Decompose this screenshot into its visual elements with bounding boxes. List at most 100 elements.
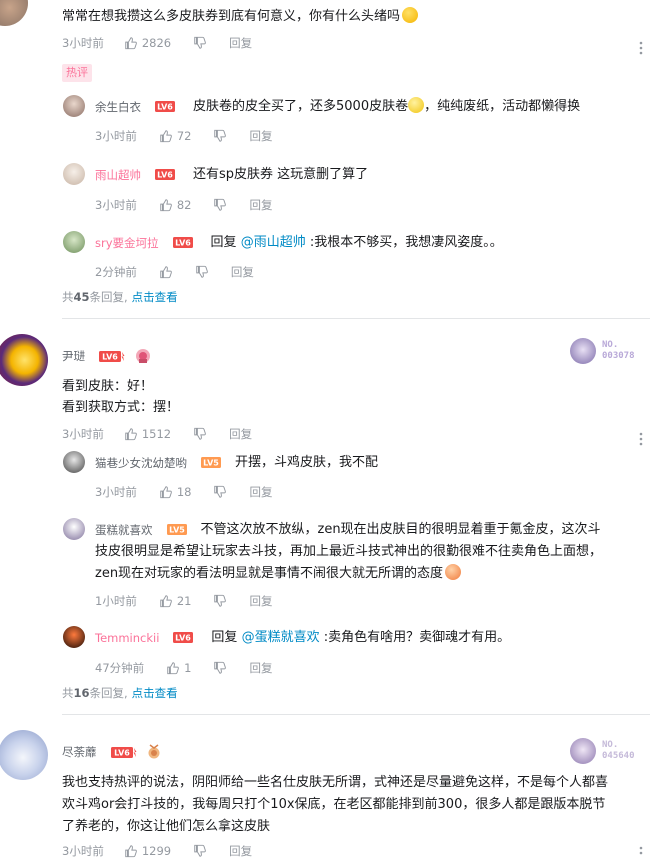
reply-button[interactable]: 回复: [229, 35, 252, 51]
thumb-up-icon[interactable]: [159, 129, 173, 143]
fan-card-prefix: NO.: [602, 340, 619, 350]
username[interactable]: 尽荼蘼: [62, 744, 97, 760]
thumb-down-icon[interactable]: [195, 265, 209, 279]
reply-meta: 3小时前 72 回复: [95, 128, 272, 144]
level-text: LV6: [157, 103, 173, 112]
avatar[interactable]: [63, 451, 85, 473]
level-badge: LV6: [155, 101, 175, 112]
username[interactable]: Temminckii: [95, 631, 159, 645]
comment-text: 了养老的，你这让他们怎么拿这皮肤: [62, 819, 271, 834]
avatar[interactable]: [63, 163, 85, 185]
username[interactable]: 尹琎: [62, 348, 85, 364]
comment-time: 3小时前: [62, 844, 104, 858]
like-count: 72: [176, 129, 192, 143]
thumb-up-icon[interactable]: [159, 198, 173, 212]
thumb-up-icon[interactable]: [159, 485, 173, 499]
avatar[interactable]: [0, 730, 48, 780]
reply-time: 3小时前: [95, 129, 137, 143]
thumb-down-icon[interactable]: [213, 661, 227, 675]
like-count: 18: [176, 485, 192, 499]
thumb-down-icon[interactable]: [213, 129, 227, 143]
comment-meta: 3小时前 1512 回复: [62, 426, 252, 442]
view-replies-link[interactable]: 点击查看: [132, 685, 178, 701]
thumb-up-icon[interactable]: [159, 594, 173, 608]
reply-row: 蛋糕就喜欢 LV5 不管这次放不放纵，zen现在出皮肤目的很明显着重于氪金皮，这…: [95, 519, 601, 540]
view-replies-link[interactable]: 点击查看: [132, 289, 178, 305]
like-count: 1299: [141, 844, 172, 858]
reply-text: 回复 @雨山超帅 :我根本不够买，我想凄风姿度。。: [211, 232, 503, 253]
medal-icon: [147, 744, 161, 760]
like-count: 21: [176, 594, 192, 608]
avatar[interactable]: [0, 334, 48, 386]
comment-header: 尹琎 LV6: [62, 348, 151, 364]
thumb-down-icon[interactable]: [193, 844, 207, 858]
thumb-up-icon[interactable]: [124, 427, 138, 441]
reply-button[interactable]: 回复: [249, 128, 272, 144]
thumb-down-icon[interactable]: [213, 594, 227, 608]
fan-card[interactable]: NO. 045640: [570, 738, 635, 764]
more-vertical-icon[interactable]: [638, 432, 644, 449]
thumb-down-icon[interactable]: [213, 198, 227, 212]
fan-card[interactable]: NO. 003078: [570, 338, 635, 364]
username[interactable]: sry要金坷拉: [95, 235, 159, 251]
thumb-down-icon[interactable]: [193, 36, 207, 50]
comment-header: 尽荼蘼 LV6: [62, 744, 161, 760]
reply-text-part: ，纯纯废纸，活动都懒得换: [424, 99, 581, 114]
reply-button[interactable]: 回复: [231, 264, 254, 280]
thumb-up-icon[interactable]: [124, 844, 138, 858]
thumb-down-icon[interactable]: [213, 485, 227, 499]
thumb-up-icon[interactable]: [166, 661, 180, 675]
reply-button[interactable]: 回复: [249, 484, 272, 500]
username[interactable]: 雨山超帅: [95, 167, 141, 183]
summary-prefix: 共: [62, 686, 74, 700]
dizzy-emoji-icon: [408, 97, 425, 113]
more-vertical-icon[interactable]: [638, 846, 644, 861]
reply-button[interactable]: 回复: [229, 843, 252, 859]
reply-text: 不管这次放不放纵，zen现在出皮肤目的很明显着重于氪金皮，这次斗: [200, 522, 601, 537]
level-text: LV6: [157, 171, 173, 180]
thumb-up-icon[interactable]: [159, 265, 173, 279]
reply-text: zen现在对玩家的看法明显就是事情不闹很大就无所谓的态度: [95, 563, 462, 584]
level-text: LV5: [169, 526, 185, 535]
summary-prefix: 共: [62, 290, 74, 304]
level-text: LV6: [114, 748, 130, 757]
reply-meta: 47分钟前 1 回复: [95, 660, 272, 676]
reply-button[interactable]: 回复: [249, 660, 272, 676]
comment-text: 常常在想我攒这么多皮肤券到底有何意义，你有什么头绪吗: [62, 6, 419, 27]
reply-count: 16: [73, 686, 90, 700]
mention-link[interactable]: @雨山超帅: [241, 235, 306, 250]
username[interactable]: 猫巷少女沈幼楚哟: [95, 455, 187, 471]
mention-link[interactable]: @蛋糕就喜欢: [242, 630, 320, 645]
reply-text-part: 皮肤卷的皮全买了，还多5000皮肤卷: [193, 99, 409, 114]
reply-time: 2分钟前: [95, 265, 137, 279]
fan-card-label: NO. 045640: [602, 740, 635, 762]
comment-meta: 3小时前 2826 回复: [62, 35, 252, 51]
reply-text: 回复 @蛋糕就喜欢 :卖角色有啥用？卖御魂才有用。: [211, 627, 510, 648]
thumb-down-icon[interactable]: [193, 427, 207, 441]
blush-emoji-icon: [445, 564, 462, 580]
comment-meta: 3小时前 1299 回复: [62, 843, 252, 859]
username[interactable]: 余生白衣: [95, 99, 141, 115]
reply-time: 3小时前: [95, 198, 137, 212]
level-text: LV5: [203, 459, 219, 468]
avatar[interactable]: [63, 626, 85, 648]
reply-text: 还有sp皮肤券 这玩意删了算了: [193, 167, 369, 182]
username[interactable]: 蛋糕就喜欢: [95, 522, 153, 538]
comment-time: 3小时前: [62, 36, 104, 50]
more-vertical-icon[interactable]: [638, 41, 644, 58]
reply-button[interactable]: 回复: [229, 426, 252, 442]
avatar[interactable]: [63, 95, 85, 117]
like-count: 82: [176, 198, 192, 212]
reply-button[interactable]: 回复: [249, 593, 272, 609]
comment-time: 3小时前: [62, 427, 104, 441]
fan-card-prefix: NO.: [602, 740, 619, 750]
avatar[interactable]: [0, 0, 28, 26]
level-badge: LV6: [110, 746, 137, 758]
fan-card-number: 045640: [602, 751, 635, 761]
reply-button[interactable]: 回复: [249, 197, 272, 213]
thumb-up-icon[interactable]: [124, 36, 138, 50]
avatar[interactable]: [63, 518, 85, 540]
comment-text-content: 常常在想我攒这么多皮肤券到底有何意义，你有什么头绪吗: [62, 9, 401, 24]
avatar[interactable]: [63, 231, 85, 253]
fan-card-label: NO. 003078: [602, 340, 635, 362]
